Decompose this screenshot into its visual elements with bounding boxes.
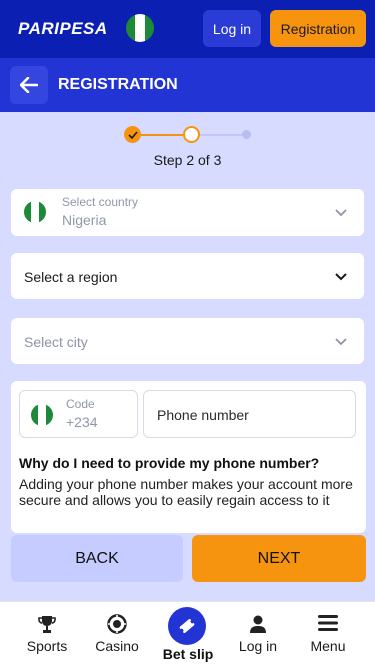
nav-label-menu: Menu <box>310 638 346 654</box>
nigeria-flag-icon <box>31 404 53 426</box>
phone-code-value: +234 <box>66 414 98 430</box>
nav-label-login: Log in <box>238 638 278 654</box>
phone-why-heading: Why do I need to provide my phone number… <box>19 455 320 471</box>
step-connector-done <box>141 134 184 136</box>
step-connector-pending <box>200 134 242 136</box>
city-select-placeholder: Select city <box>24 334 88 350</box>
step-label: Step 2 of 3 <box>153 152 222 168</box>
phone-number-placeholder: Phone number <box>157 407 249 423</box>
user-icon <box>250 615 266 633</box>
phone-why-text: Adding your phone number makes your acco… <box>19 476 353 508</box>
step-3-pending <box>242 130 251 139</box>
region-select-placeholder: Select a region <box>24 269 118 285</box>
header-login-button[interactable]: Log in <box>203 10 261 47</box>
bottom-navigation: Sports Casino Bet slip Log in Menu <box>0 601 375 667</box>
phone-number-input[interactable]: Phone number <box>143 390 356 438</box>
nav-label-bet-slip: Bet slip <box>162 646 214 662</box>
country-select-label: Select country <box>62 195 139 209</box>
top-header: PARIPESA Log in Registration <box>0 0 375 58</box>
chevron-down-icon <box>335 338 347 346</box>
nav-item-menu[interactable]: Menu <box>300 602 356 667</box>
phone-code-label: Code <box>66 397 95 411</box>
nav-item-login[interactable]: Log in <box>229 602 287 667</box>
chevron-down-icon <box>335 209 347 217</box>
country-select[interactable]: Select country Nigeria <box>11 189 364 236</box>
next-button[interactable]: NEXT <box>192 535 366 582</box>
header-registration-button[interactable]: Registration <box>270 10 366 47</box>
nav-label-casino: Casino <box>95 638 139 654</box>
page-title: REGISTRATION <box>58 76 178 93</box>
country-select-value: Nigeria <box>62 212 107 228</box>
chevron-down-icon <box>335 273 347 281</box>
nav-label-sports: Sports <box>26 638 68 654</box>
hamburger-icon <box>318 615 338 631</box>
phone-section: Code +234 Phone number Why do I need to … <box>11 381 366 533</box>
nav-item-bet-slip[interactable]: Bet slip <box>156 602 220 667</box>
nav-item-casino[interactable]: Casino <box>88 602 146 667</box>
back-arrow-button[interactable] <box>10 66 48 104</box>
city-select[interactable]: Select city <box>11 318 364 364</box>
phone-code-select[interactable]: Code +234 <box>19 390 138 438</box>
arrow-left-icon <box>20 77 38 93</box>
nigeria-flag-icon[interactable] <box>125 13 155 43</box>
nav-item-sports[interactable]: Sports <box>16 602 78 667</box>
casino-chip-icon <box>107 614 127 634</box>
step-1-complete-check-icon <box>124 126 141 143</box>
registration-stepper <box>124 125 254 145</box>
region-select[interactable]: Select a region <box>11 253 364 299</box>
back-button[interactable]: BACK <box>11 535 183 582</box>
ticket-icon <box>168 607 206 645</box>
trophy-icon <box>38 616 56 633</box>
nigeria-flag-icon <box>24 201 46 223</box>
brand-logo[interactable]: PARIPESA <box>18 19 108 39</box>
step-2-current <box>183 126 200 143</box>
page-titlebar: REGISTRATION <box>0 58 375 112</box>
